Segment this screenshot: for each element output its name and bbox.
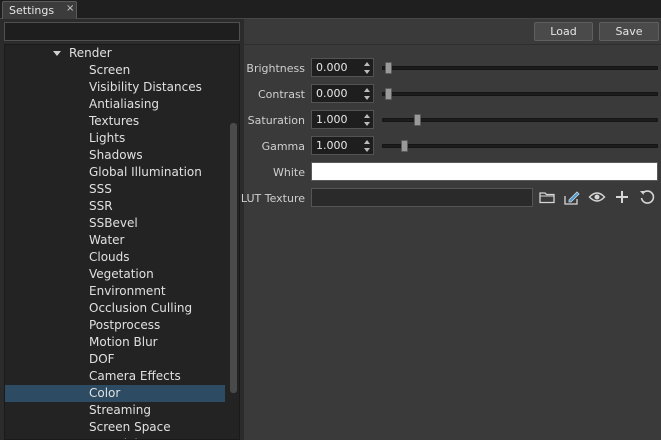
tree-item-textures[interactable]: Textures bbox=[5, 113, 225, 130]
spin-down-icon[interactable] bbox=[364, 148, 370, 152]
gamma-value[interactable]: 1.000 bbox=[316, 139, 348, 152]
tree-item-label: Shadows bbox=[89, 148, 143, 162]
tree-item-shadows[interactable]: Shadows bbox=[5, 147, 225, 164]
white-label: White bbox=[273, 166, 305, 179]
contrast-slider-handle[interactable] bbox=[385, 88, 392, 100]
tree-item-camera-effects[interactable]: Camera Effects bbox=[5, 368, 225, 385]
tree-item-label: Vegetation bbox=[89, 267, 154, 281]
search-input[interactable] bbox=[4, 22, 240, 41]
tab-settings[interactable]: Settings × bbox=[2, 1, 77, 19]
folder-icon[interactable] bbox=[538, 188, 556, 206]
tree-item-label: Color bbox=[89, 386, 121, 400]
tree-item-label: Lights bbox=[89, 131, 126, 145]
tree-item-antialiasing[interactable]: Antialiasing bbox=[5, 96, 225, 113]
tree-item-label: Camera Effects bbox=[89, 369, 181, 383]
tree-item-environment[interactable]: Environment bbox=[5, 283, 225, 300]
plus-icon[interactable] bbox=[613, 188, 631, 206]
brightness-value[interactable]: 0.000 bbox=[316, 61, 348, 74]
toolbar-divider bbox=[244, 44, 661, 45]
tree-item-color[interactable]: Color bbox=[5, 385, 225, 402]
gamma-spinbox[interactable]: 1.000 bbox=[311, 136, 374, 155]
tree-item-label: Antialiasing bbox=[89, 97, 160, 111]
spin-up-icon[interactable] bbox=[364, 140, 370, 144]
brightness-slider[interactable] bbox=[382, 62, 658, 74]
tree-item-label: SSS bbox=[89, 182, 112, 196]
brightness-label: Brightness bbox=[246, 62, 305, 75]
toolbar: Load Save bbox=[244, 19, 661, 44]
tree-scrollbar-thumb[interactable] bbox=[230, 123, 237, 393]
contrast-value[interactable]: 0.000 bbox=[316, 87, 348, 100]
spin-up-icon[interactable] bbox=[364, 114, 370, 118]
spin-up-icon[interactable] bbox=[364, 88, 370, 92]
close-icon[interactable]: × bbox=[66, 3, 74, 14]
eye-icon[interactable] bbox=[588, 188, 606, 206]
settings-tree-panel: Render Screen Visibility Distances Antiali… bbox=[0, 19, 244, 440]
gamma-label: Gamma bbox=[261, 140, 305, 153]
tree-item-visibility-distances[interactable]: Visibility Distances bbox=[5, 79, 225, 96]
tab-settings-label: Settings bbox=[9, 4, 55, 17]
tree-item-label: Streaming bbox=[89, 403, 151, 417]
tree-item-screen-space-materials[interactable]: Screen Space Materials bbox=[5, 419, 225, 439]
tree-item-water[interactable]: Water bbox=[5, 232, 225, 249]
color-settings-panel: Load Save Brightness 0.000 Contrast 0.00… bbox=[240, 19, 661, 440]
tree-item-label: Visibility Distances bbox=[89, 80, 202, 94]
spin-down-icon[interactable] bbox=[364, 122, 370, 126]
tree-item-dof[interactable]: DOF bbox=[5, 351, 225, 368]
brightness-slider-handle[interactable] bbox=[385, 62, 392, 74]
tree-item-sss[interactable]: SSS bbox=[5, 181, 225, 198]
saturation-value[interactable]: 1.000 bbox=[316, 113, 348, 126]
tree-item-clouds[interactable]: Clouds bbox=[5, 249, 225, 266]
tree-item-label: Occlusion Culling bbox=[89, 301, 193, 315]
tree-item-label: Environment bbox=[89, 284, 166, 298]
brightness-spinbox[interactable]: 0.000 bbox=[311, 58, 374, 77]
reset-icon[interactable] bbox=[638, 188, 656, 206]
spin-down-icon[interactable] bbox=[364, 70, 370, 74]
tree-item-label: SSBevel bbox=[89, 216, 138, 230]
load-button[interactable]: Load bbox=[534, 22, 593, 41]
tree-item-label: Textures bbox=[89, 114, 140, 128]
contrast-label: Contrast bbox=[257, 88, 305, 101]
tree-item-label: SSR bbox=[89, 199, 113, 213]
tree-item-streaming[interactable]: Streaming bbox=[5, 402, 225, 419]
tree-item-label: DOF bbox=[89, 352, 115, 366]
white-color-swatch[interactable] bbox=[311, 162, 658, 181]
edit-icon[interactable] bbox=[563, 188, 581, 206]
lut-texture-field[interactable] bbox=[311, 188, 533, 207]
tree-item-motion-blur[interactable]: Motion Blur bbox=[5, 334, 225, 351]
tree-item-render[interactable]: Render bbox=[5, 45, 225, 62]
gamma-slider-handle[interactable] bbox=[400, 140, 408, 152]
tree-item-label: Render bbox=[69, 46, 112, 60]
lut-texture-label: LUT Texture bbox=[240, 192, 305, 205]
tree-item-label: Water bbox=[89, 233, 125, 247]
gamma-slider[interactable] bbox=[382, 140, 658, 152]
tree-item-ssr[interactable]: SSR bbox=[5, 198, 225, 215]
tree-item-global-illumination[interactable]: Global Illumination bbox=[5, 164, 225, 181]
saturation-label: Saturation bbox=[247, 114, 305, 127]
tree-item-screen[interactable]: Screen bbox=[5, 62, 225, 79]
saturation-slider[interactable] bbox=[382, 114, 658, 126]
tree-item-lights[interactable]: Lights bbox=[5, 130, 225, 147]
tab-bar: Settings × bbox=[0, 0, 661, 19]
contrast-spinbox[interactable]: 0.000 bbox=[311, 84, 374, 103]
tree-scrollbar[interactable] bbox=[229, 45, 239, 439]
tree-item-label: Clouds bbox=[89, 250, 130, 264]
saturation-spinbox[interactable]: 1.000 bbox=[311, 110, 374, 129]
tree-item-label: Postprocess bbox=[89, 318, 161, 332]
tree-item-label: Motion Blur bbox=[89, 335, 158, 349]
spin-down-icon[interactable] bbox=[364, 96, 370, 100]
save-button[interactable]: Save bbox=[599, 22, 659, 41]
expand-arrow-icon[interactable] bbox=[53, 51, 61, 56]
tree-item-postprocess[interactable]: Postprocess bbox=[5, 317, 225, 334]
tree-item-occlusion-culling[interactable]: Occlusion Culling bbox=[5, 300, 225, 317]
settings-tree: Render Screen Visibility Distances Antiali… bbox=[4, 44, 240, 440]
tree-item-label: Global Illumination bbox=[89, 165, 202, 179]
spin-up-icon[interactable] bbox=[364, 62, 370, 66]
tree-item-ssbevel[interactable]: SSBevel bbox=[5, 215, 225, 232]
tree-item-label: Screen bbox=[89, 63, 131, 77]
contrast-slider[interactable] bbox=[382, 88, 658, 100]
saturation-slider-handle[interactable] bbox=[414, 114, 422, 126]
tree-item-label: Screen Space Materials bbox=[89, 420, 171, 439]
tree-item-vegetation[interactable]: Vegetation bbox=[5, 266, 225, 283]
